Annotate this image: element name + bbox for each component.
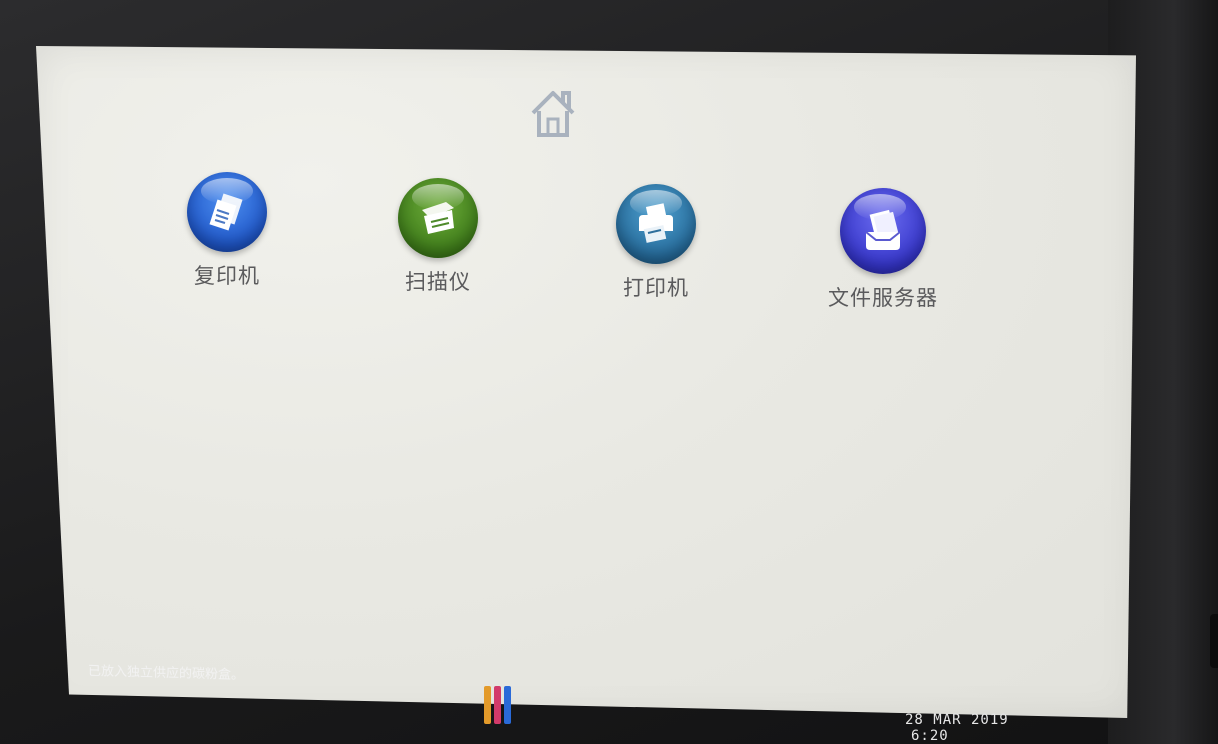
app-scanner[interactable]: 扫描仪: [353, 178, 523, 296]
home-icon: [531, 91, 575, 137]
app-printer[interactable]: 打印机: [571, 184, 741, 302]
toner-bar-magenta: [494, 686, 501, 724]
touch-screen: 复印机 扫描仪 打印机 文件服务器: [36, 46, 1136, 718]
toner-level-indicator: [484, 684, 520, 724]
printer-icon: [616, 184, 696, 264]
clock: 28 MAR 2019 6:20: [905, 712, 1009, 744]
app-copier[interactable]: 复印机: [142, 172, 312, 290]
app-label-copier: 复印机: [194, 264, 260, 288]
toner-bar-yellow: [484, 686, 491, 724]
app-label-printer: 打印机: [623, 276, 689, 300]
scanner-icon: [398, 178, 478, 258]
file-server-icon: [840, 188, 926, 274]
toner-bar-cyan: [504, 686, 511, 724]
status-message: 已放入独立供应的碳粉盒。: [88, 663, 245, 683]
app-label-file-server: 文件服务器: [828, 286, 938, 310]
app-file-server[interactable]: 文件服务器: [798, 188, 968, 312]
status-bar: 已放入独立供应的碳粉盒。: [88, 654, 988, 688]
clock-date: 28 MAR 2019: [905, 712, 1009, 728]
copier-icon: [187, 172, 267, 252]
side-hardware-button[interactable]: [1210, 614, 1218, 668]
clock-time: 6:20: [911, 728, 949, 744]
home-button[interactable]: [525, 84, 581, 140]
app-label-scanner: 扫描仪: [405, 270, 471, 294]
